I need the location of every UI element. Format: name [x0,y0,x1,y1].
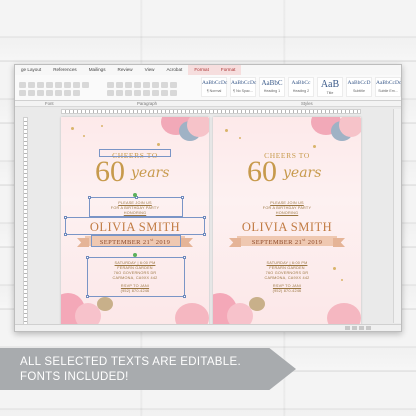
gold-dot [341,279,343,281]
cheers-text[interactable]: CHEERS TO [213,151,361,160]
style-sample: AaB [320,79,340,90]
style-sample: AaBbC [261,79,283,87]
resize-handle[interactable] [203,233,206,236]
style-normal[interactable]: AaBbCcDc ¶ Normal [201,77,227,97]
resize-handle[interactable] [181,196,184,199]
style-name: Subtle Em... [378,89,398,93]
caption-line-1: ALL SELECTED TEXTS ARE EDITABLE. [20,356,241,368]
selected-textbox-details[interactable] [86,256,186,298]
gold-dot [225,129,228,132]
font-format-tools[interactable] [19,90,80,96]
selected-textbox-invite[interactable] [88,196,184,217]
tab-format-2[interactable]: Format [214,65,242,75]
selected-textbox-cheers[interactable] [99,149,171,157]
word-window: ge Layout References Mailings Review Vie… [14,64,402,332]
horizontal-ruler[interactable] [61,109,361,114]
tab-page-layout[interactable]: ge Layout [15,65,47,75]
status-bar [15,324,401,331]
caption-banner: ALL SELECTED TEXTS ARE EDITABLE. FONTS I… [0,348,296,390]
font-tools[interactable] [19,82,89,88]
view-buttons[interactable] [345,326,371,330]
resize-handle[interactable] [203,216,206,219]
ribbon-tabs: ge Layout References Mailings Review Vie… [15,65,401,75]
style-name: ¶ No Spac... [233,89,253,93]
gold-dot [157,143,160,146]
resize-handle[interactable] [86,256,89,259]
city-text[interactable]: CARMONA, CA9XX 442 [213,276,361,281]
leaf-decoration [249,297,265,311]
flower-decoration [339,117,361,137]
vertical-ruler[interactable] [23,117,28,327]
resize-handle[interactable] [64,216,67,219]
tab-mailings[interactable]: Mailings [83,65,112,75]
invitation-page-left: CHEERS TO 60 years PLEASE JOIN US FOR A … [61,117,209,327]
style-subtle-emphasis[interactable]: AaBbCcDc Subtle Em... [375,77,401,97]
paragraph-group [107,78,187,96]
leaf-decoration [97,297,113,311]
style-sample: AaBbCc [291,80,311,86]
phone-text[interactable]: (952) 870-4246 [213,289,361,294]
honoree-name[interactable]: OLIVIA SMITH [213,220,361,235]
resize-handle[interactable] [64,233,67,236]
invitation-page-right: CHEERS TO 60 years PLEASE JOIN US FOR A … [213,117,361,327]
flower-decoration [187,117,209,137]
style-sample: AaBbCcDc [231,80,257,86]
style-subtitle[interactable]: AaBbCcD Subtitle [346,77,372,97]
alignment-tools[interactable] [107,90,177,96]
age-number[interactable]: 60 [247,157,277,187]
styles-group-label: Styles [301,101,313,106]
honoring-text[interactable]: HONORING [213,211,361,216]
gold-dot [333,267,336,270]
paragraph-group-label: Paragraph [137,101,158,106]
ribbon-group-labels: Font Paragraph Styles [15,101,401,107]
rotate-handle[interactable] [133,193,137,197]
age-number[interactable]: 60 [95,157,125,187]
years-script[interactable]: years [131,165,169,181]
style-sample: AaBbCcD [347,80,371,86]
paragraph-tools[interactable] [107,82,177,88]
gold-dot [313,145,316,148]
styles-gallery: AaBbCcDc ¶ Normal AaBbCcDc ¶ No Spac... Aa… [201,77,401,97]
years-script[interactable]: years [283,165,321,181]
style-name: Subtitle [353,89,365,93]
tab-review[interactable]: Review [112,65,139,75]
style-heading-1[interactable]: AaBbC Heading 1 [259,77,285,97]
style-no-spacing[interactable]: AaBbCcDc ¶ No Spac... [230,77,256,97]
selected-textbox-date[interactable] [91,235,181,247]
resize-handle[interactable] [88,196,91,199]
selected-textbox-name[interactable] [64,216,206,236]
party-date[interactable]: SEPTEMBER 21st 2019 [213,237,361,246]
style-name: Title [326,91,334,95]
gold-dot [239,137,241,139]
gold-dot [71,127,74,130]
style-sample: AaBbCcDc [202,80,228,86]
resize-handle[interactable] [86,295,89,298]
font-group-label: Font [45,101,54,106]
style-name: ¶ Normal [206,89,222,93]
gold-dot [83,135,85,137]
style-name: Heading 2 [292,89,310,93]
style-name: Heading 1 [263,89,281,93]
tab-view[interactable]: View [139,65,161,75]
resize-handle[interactable] [183,256,186,259]
style-title[interactable]: AaB Title [317,77,343,97]
style-heading-2[interactable]: AaBbCc Heading 2 [288,77,314,97]
vertical-scrollbar[interactable] [393,109,401,323]
style-sample: AaBbCcDc [376,80,402,86]
tab-format[interactable]: Format [188,65,215,75]
gold-dot [101,125,103,127]
ribbon: AaBbCcDc ¶ Normal AaBbCcDc ¶ No Spac... Aa… [15,75,401,101]
tab-references[interactable]: References [47,65,83,75]
caption-line-2: FONTS INCLUDED! [20,371,129,383]
resize-handle[interactable] [183,295,186,298]
rotate-handle[interactable] [133,253,137,257]
tab-acrobat[interactable]: Acrobat [160,65,188,75]
font-group [19,78,89,96]
